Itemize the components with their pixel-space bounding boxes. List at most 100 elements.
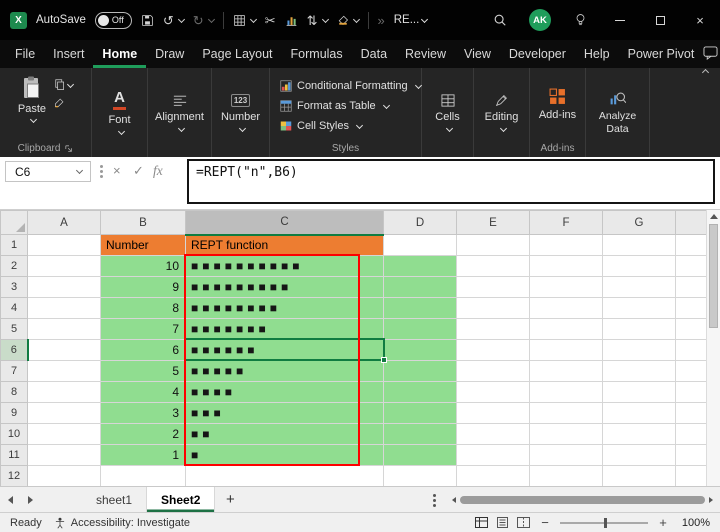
sheet-tab-sheet1[interactable]: sheet1: [82, 487, 147, 512]
cell-number[interactable]: 8: [101, 298, 186, 319]
cell[interactable]: [384, 319, 457, 340]
tab-home[interactable]: Home: [93, 40, 146, 68]
row-header[interactable]: 11: [1, 445, 28, 466]
tab-data[interactable]: Data: [352, 40, 396, 68]
cell[interactable]: [603, 403, 676, 424]
cut-button[interactable]: ✂: [265, 14, 276, 27]
col-header-e[interactable]: E: [457, 211, 530, 235]
cell[interactable]: [101, 466, 186, 487]
maximize-button[interactable]: [640, 0, 680, 40]
row-header[interactable]: 10: [1, 424, 28, 445]
formula-bar-options-icon[interactable]: [100, 170, 103, 173]
close-button[interactable]: ×: [680, 0, 720, 40]
tab-insert[interactable]: Insert: [44, 40, 93, 68]
page-break-view-button[interactable]: [517, 517, 530, 528]
tab-formulas[interactable]: Formulas: [282, 40, 352, 68]
cell[interactable]: [530, 340, 603, 361]
cell[interactable]: [457, 445, 530, 466]
cell[interactable]: [457, 340, 530, 361]
editing-group[interactable]: Editing: [474, 68, 530, 157]
cell[interactable]: [28, 277, 101, 298]
customize-toolbar-button[interactable]: »: [378, 14, 385, 27]
next-sheet-button[interactable]: [20, 487, 40, 512]
row-header[interactable]: 2: [1, 256, 28, 277]
col-header-b[interactable]: B: [101, 211, 186, 235]
cell[interactable]: [457, 319, 530, 340]
cell[interactable]: [384, 340, 457, 361]
cell[interactable]: [28, 445, 101, 466]
tab-page-layout[interactable]: Page Layout: [193, 40, 281, 68]
fill-color-button[interactable]: [337, 14, 359, 26]
row-header[interactable]: 8: [1, 382, 28, 403]
page-layout-view-button[interactable]: [496, 517, 509, 528]
normal-view-button[interactable]: [475, 517, 488, 528]
zoom-out-button[interactable]: −: [540, 516, 550, 529]
font-group[interactable]: A Font: [92, 68, 148, 157]
cell-number[interactable]: 6: [101, 340, 186, 361]
workbook-name-dropdown[interactable]: RE...: [394, 14, 428, 26]
cell[interactable]: [384, 256, 457, 277]
cell[interactable]: [603, 361, 676, 382]
cell[interactable]: [603, 277, 676, 298]
cell[interactable]: [28, 466, 101, 487]
row-header[interactable]: 7: [1, 361, 28, 382]
alignment-group[interactable]: Alignment: [148, 68, 212, 157]
col-header-a[interactable]: A: [28, 211, 101, 235]
cell-bars[interactable]: ■■■■■■■■■: [186, 277, 384, 298]
format-painter-button[interactable]: [54, 97, 73, 108]
cell-number[interactable]: 7: [101, 319, 186, 340]
tab-draw[interactable]: Draw: [146, 40, 193, 68]
active-cell-c6[interactable]: ■■■■■■: [186, 340, 384, 361]
cell[interactable]: [457, 298, 530, 319]
accessibility-status[interactable]: Accessibility: Investigate: [54, 517, 190, 529]
save-button[interactable]: [141, 14, 154, 27]
row-header[interactable]: 9: [1, 403, 28, 424]
cell[interactable]: [28, 340, 101, 361]
cell[interactable]: [530, 361, 603, 382]
cell-number[interactable]: 10: [101, 256, 186, 277]
cell[interactable]: [28, 235, 101, 256]
cell-number[interactable]: 1: [101, 445, 186, 466]
cell[interactable]: [28, 298, 101, 319]
previous-sheet-button[interactable]: [0, 487, 20, 512]
cell-number[interactable]: 5: [101, 361, 186, 382]
zoom-level[interactable]: 100%: [678, 517, 710, 529]
row-header-active[interactable]: 6: [1, 340, 28, 361]
cell-bars[interactable]: ■■■■: [186, 382, 384, 403]
cell[interactable]: [457, 424, 530, 445]
cell[interactable]: [384, 382, 457, 403]
new-sheet-button[interactable]: +: [215, 487, 245, 512]
comments-button[interactable]: [703, 46, 718, 63]
minimize-button[interactable]: [600, 0, 640, 40]
cell[interactable]: [457, 403, 530, 424]
cell[interactable]: [530, 256, 603, 277]
cell-bars[interactable]: ■■■■■■■: [186, 319, 384, 340]
cell[interactable]: [530, 298, 603, 319]
row-header[interactable]: 3: [1, 277, 28, 298]
cell[interactable]: [457, 466, 530, 487]
scroll-up-button[interactable]: [707, 210, 720, 223]
zoom-slider-thumb[interactable]: [604, 518, 607, 528]
chart-button[interactable]: [285, 14, 298, 27]
search-button[interactable]: [480, 0, 520, 40]
cell[interactable]: [186, 466, 384, 487]
cells-group[interactable]: Cells: [422, 68, 474, 157]
cell-bars[interactable]: ■■■■■: [186, 361, 384, 382]
row-header[interactable]: 12: [1, 466, 28, 487]
analyze-data-icon[interactable]: [609, 90, 626, 107]
formula-input[interactable]: =REPT("n",B6): [187, 159, 715, 204]
cell[interactable]: [28, 256, 101, 277]
cancel-entry-button[interactable]: ×: [113, 163, 121, 178]
cell[interactable]: [457, 382, 530, 403]
cell[interactable]: [384, 361, 457, 382]
cell[interactable]: [457, 235, 530, 256]
table-tool-button[interactable]: [233, 14, 256, 27]
cell[interactable]: [530, 445, 603, 466]
cell[interactable]: [603, 340, 676, 361]
name-box[interactable]: C6: [5, 161, 91, 182]
tab-bar-options-button[interactable]: [433, 487, 436, 513]
cell[interactable]: [384, 277, 457, 298]
tab-developer[interactable]: Developer: [500, 40, 575, 68]
cell[interactable]: [384, 445, 457, 466]
horizontal-scrollbar[interactable]: [452, 495, 713, 505]
